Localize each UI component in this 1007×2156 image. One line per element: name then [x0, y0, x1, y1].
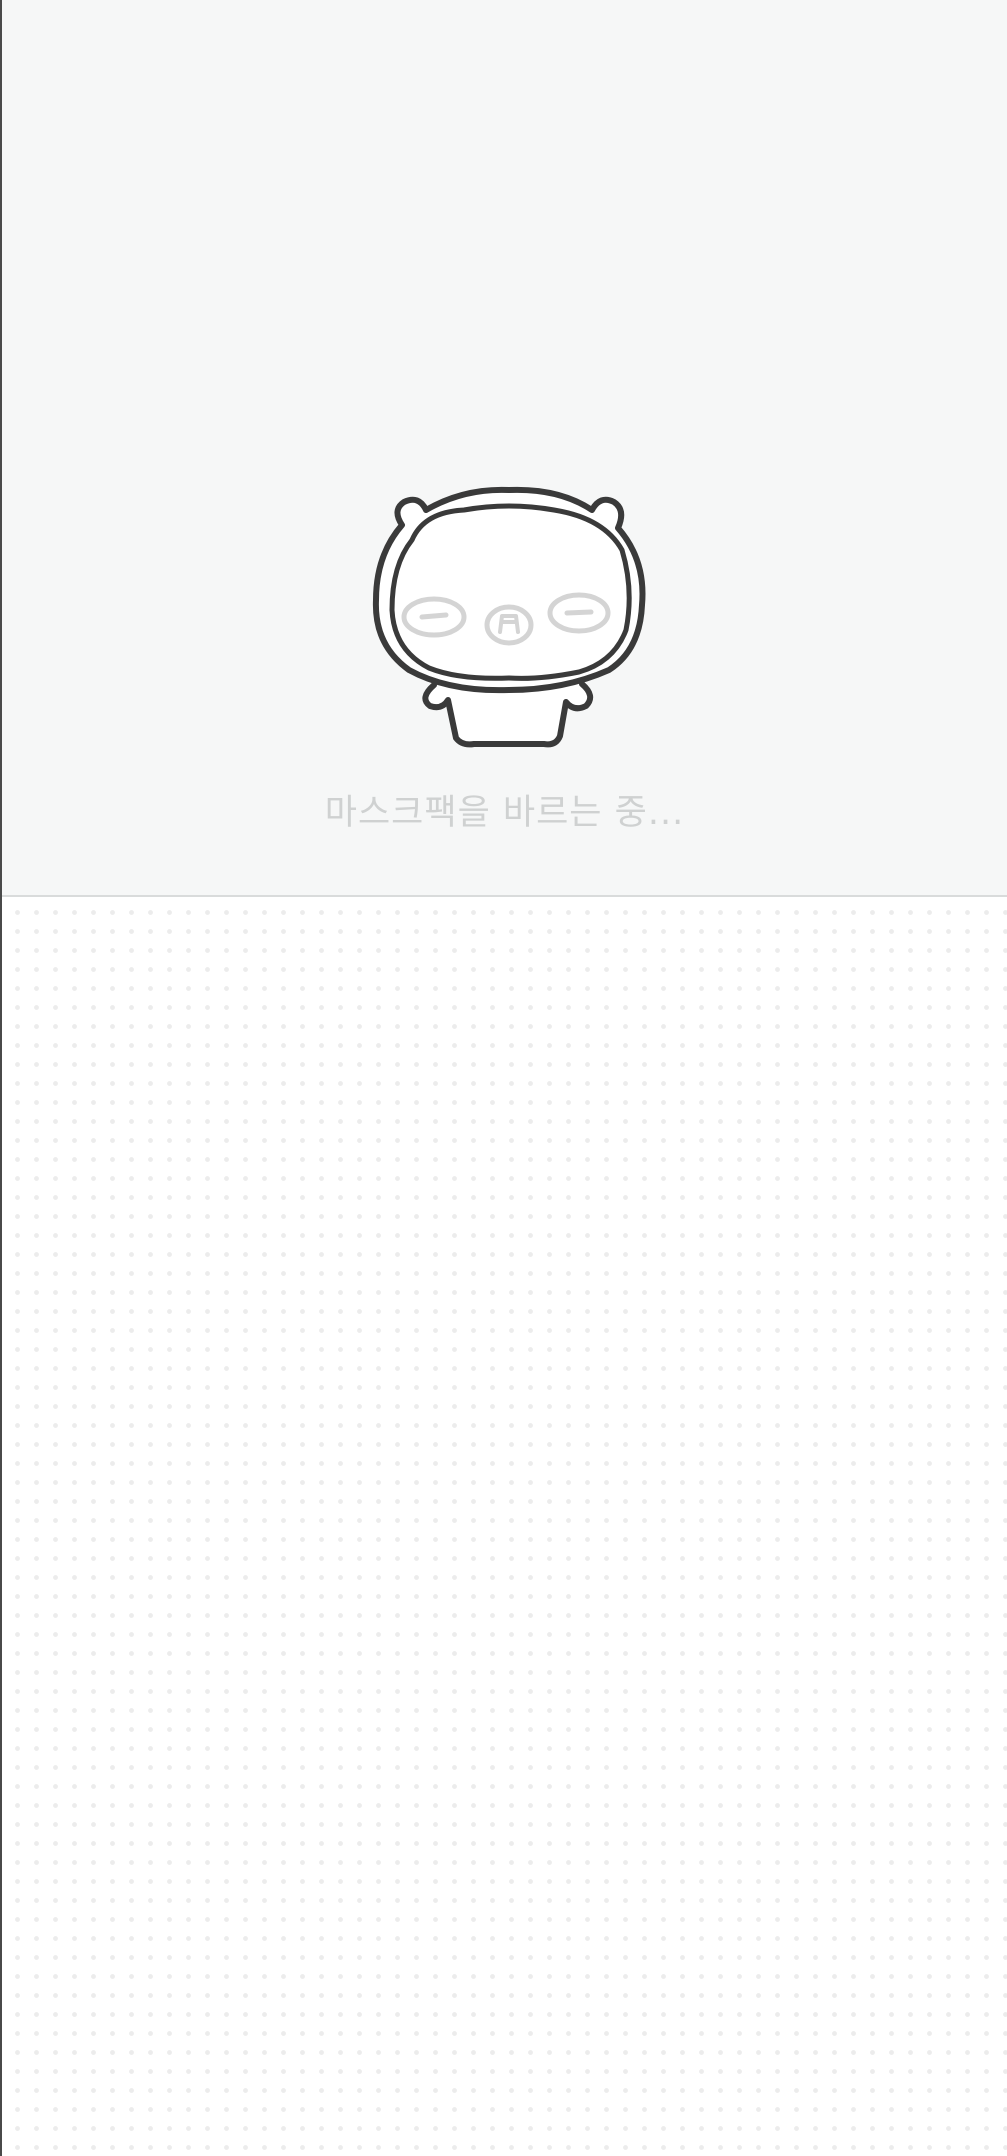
- patterned-background: [2, 897, 1007, 2156]
- mascot-face-mask-icon: [372, 486, 646, 748]
- loading-message: 마스크팩을 바르는 중...: [324, 793, 685, 833]
- loading-panel: 마스크팩을 바르는 중...: [2, 0, 1007, 897]
- loading-screen: 마스크팩을 바르는 중...: [0, 0, 1007, 2156]
